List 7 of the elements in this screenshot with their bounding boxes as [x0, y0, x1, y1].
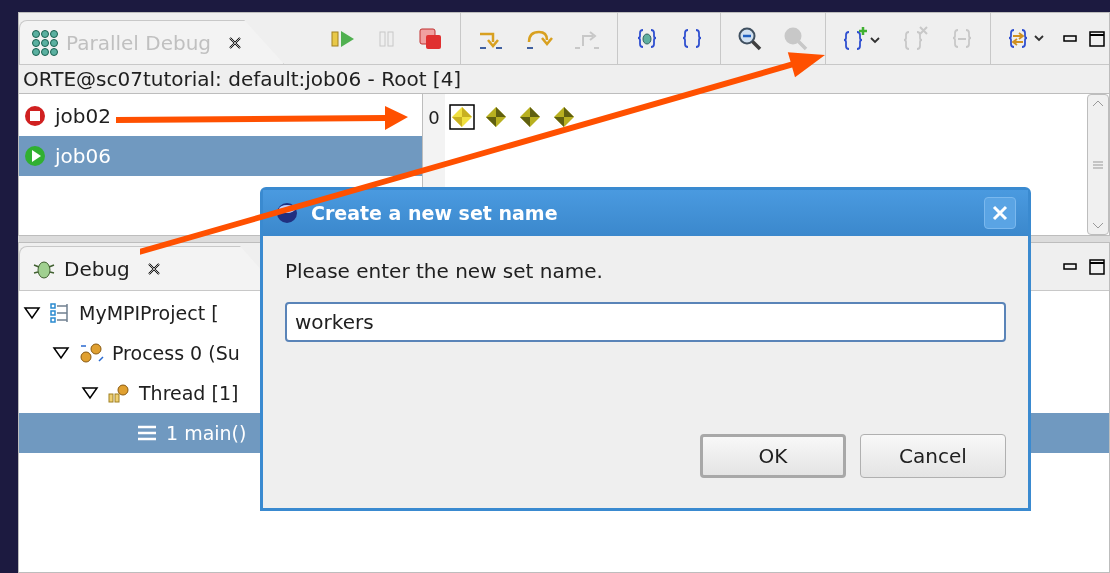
tree-item-label: Thread [1]: [139, 380, 239, 406]
tree-item-label: MyMPIProject [: [79, 300, 219, 326]
breadcrumb: ORTE@sc07tutorial: default:job06 - Root [4]: [22, 66, 463, 93]
dialog-title: Create a new set name: [311, 200, 559, 226]
dialog-message: Please enter the new set name.: [285, 258, 604, 285]
tree-item-label: 1 main(): [166, 420, 247, 446]
tree-item-label: Process 0 (Su: [112, 340, 240, 366]
